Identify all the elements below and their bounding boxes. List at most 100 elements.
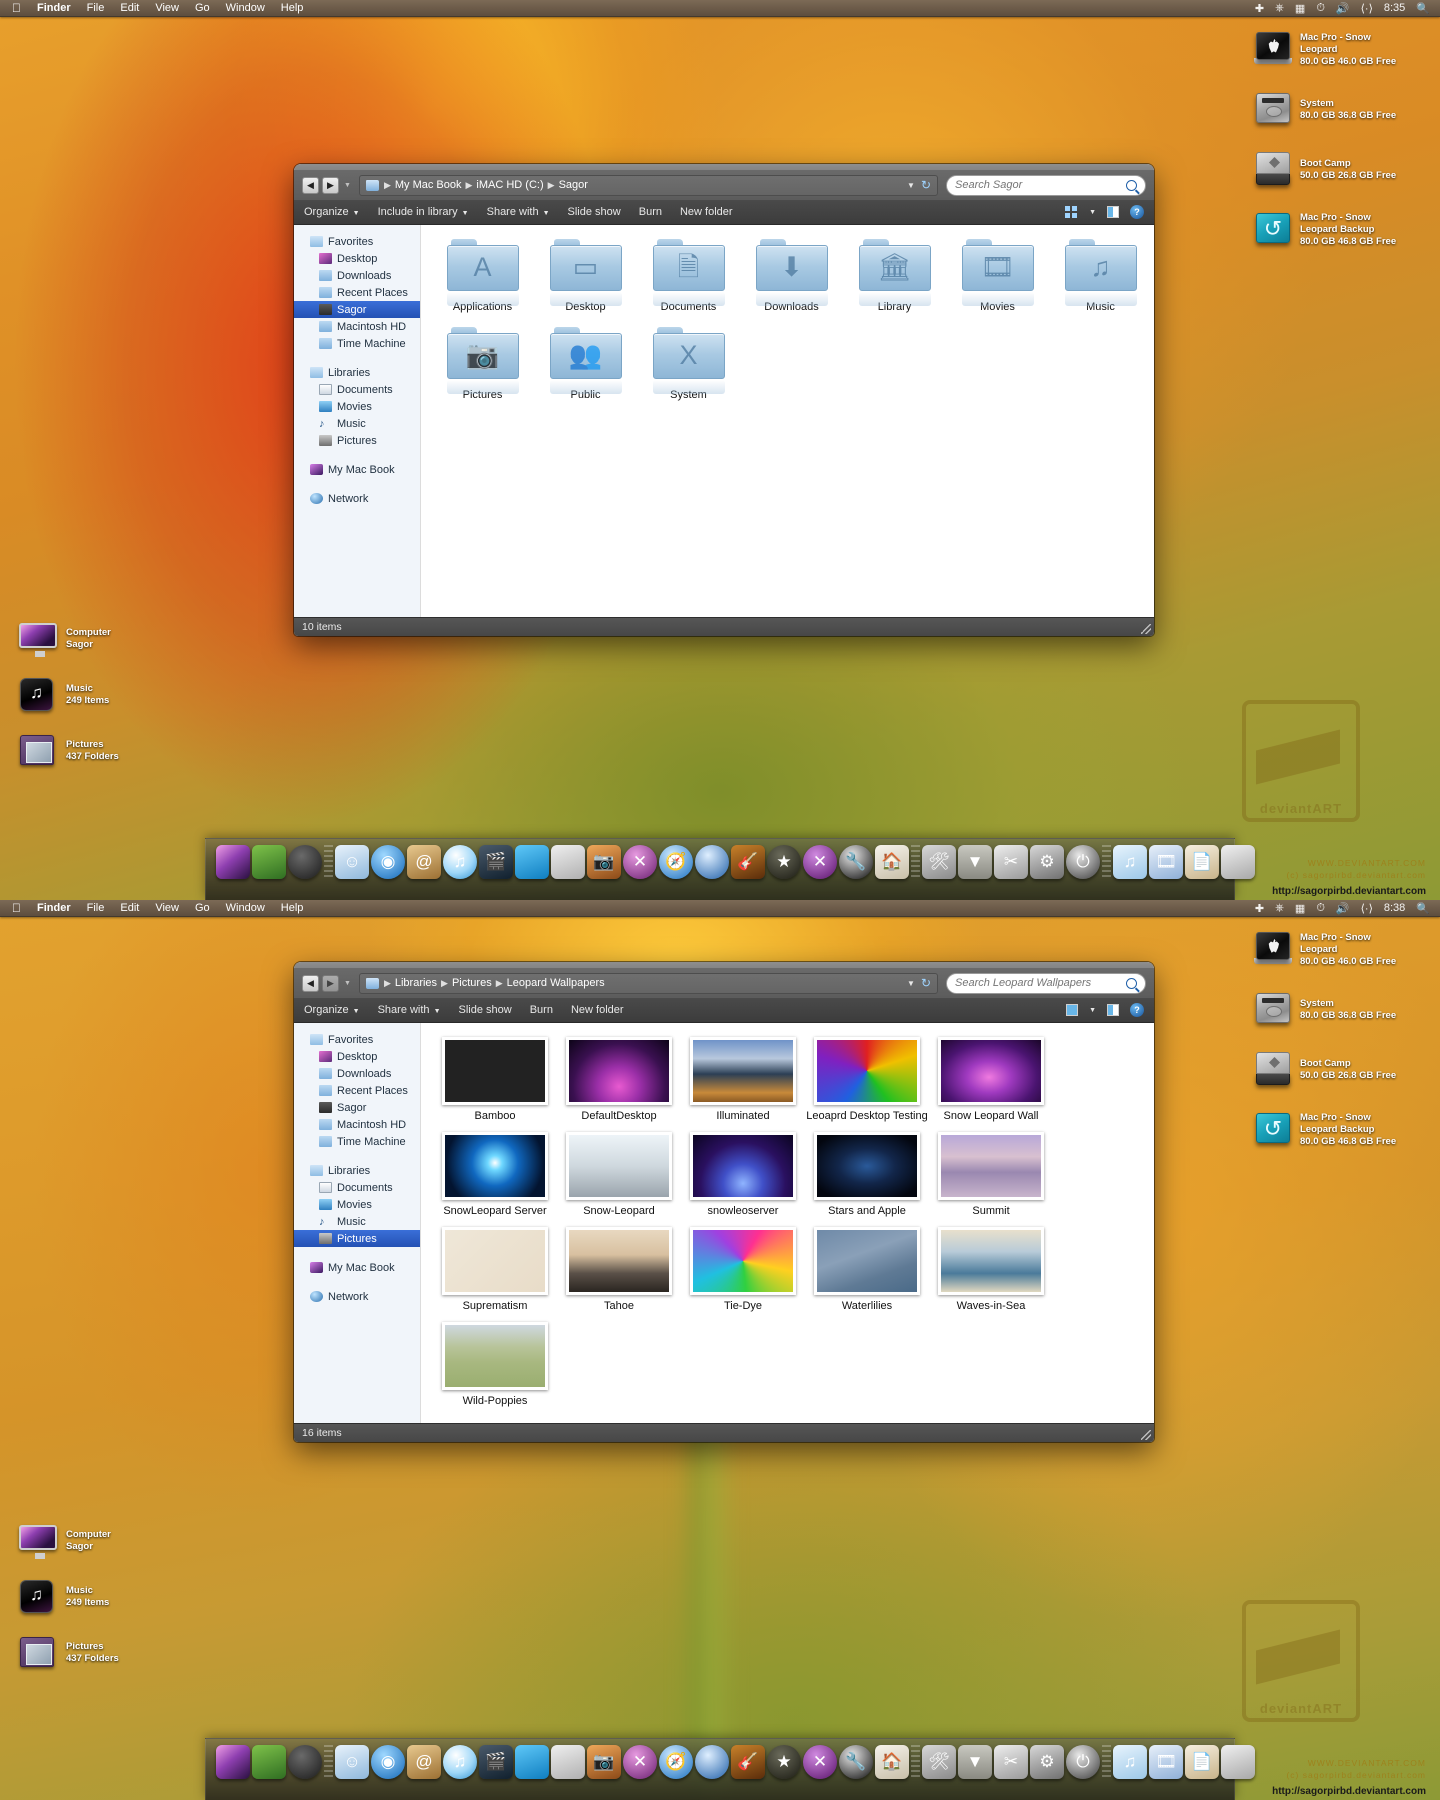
finder-face-icon[interactable]: ☺ [335,845,369,879]
trash-icon[interactable] [1221,1745,1255,1779]
folder-item[interactable]: 👥 Public [534,327,637,401]
safari-icon[interactable]: 🧭 [659,1745,693,1779]
drive-item[interactable]: Mac Pro - Snow Leopard Backup 80.0 GB 46… [1252,1110,1432,1150]
sidebar-item-documents[interactable]: Documents [294,1179,420,1196]
sidebar-item-recent-places[interactable]: Recent Places [294,284,420,301]
spotlight-search-icon[interactable]: 🔍 [1416,2,1430,15]
eject-icon[interactable]: ⎈ [1275,2,1284,15]
menu-item-help[interactable]: Help [281,2,304,14]
preview-pane-icon[interactable] [1107,206,1119,218]
menu-item-window[interactable]: Window [226,902,265,914]
power-icon[interactable]: ⏻ [1066,845,1100,879]
breadcrumb-item[interactable]: iMAC HD (C:) [474,179,545,191]
refresh-icon[interactable]: ↻ [921,178,931,192]
menu-item-go[interactable]: Go [195,2,210,14]
finder-grass-icon[interactable] [252,845,286,879]
developer-tools-icon[interactable]: 🛠 [922,1745,956,1779]
breadcrumb-item[interactable]: My Mac Book [393,179,464,191]
sidebar-item-macintosh-hd[interactable]: Macintosh HD [294,318,420,335]
itunes-icon[interactable]: ♫ [443,1745,477,1779]
toolbar-slide-show[interactable]: Slide show [568,206,621,218]
folder-item[interactable]: 🎞 Movies [946,239,1049,313]
sidebar-item-recent-places[interactable]: Recent Places [294,1082,420,1099]
desktop-icon-computer[interactable]: Computer Sagor [18,622,119,657]
toolbar-new-folder[interactable]: New folder [571,1004,624,1016]
safari-icon[interactable]: 🧭 [659,845,693,879]
wallpaper-item[interactable]: Tie-Dye [681,1227,805,1312]
display-icon[interactable]: ▦ [1295,902,1305,915]
forward-button[interactable]: ▶ [322,974,339,992]
sidebar-item-time-machine[interactable]: Time Machine [294,1133,420,1150]
dock-bottom[interactable]: ☺ ◉ @ ♫ 🎬 📷 ✕ 🧭 🎸 ★ ✕ 🔧 🏠 🛠 ▼ ✂ ⚙ ⏻ ♫ 🎞 📄 [205,1738,1255,1800]
menu-item-finder[interactable]: Finder [37,2,71,14]
x11-icon[interactable]: ✕ [803,845,837,879]
plus-icon[interactable]: ✚ [1255,902,1264,915]
watermark-link[interactable]: http://sagorpirbd.deviantart.com [1272,1786,1426,1797]
computer-display-icon[interactable] [216,1745,250,1779]
drive-item[interactable]: System 80.0 GB 36.8 GB Free [1252,990,1432,1030]
preferences-icon[interactable]: ⚙ [1030,845,1064,879]
trash-icon[interactable] [1221,845,1255,879]
drive-item[interactable]: System 80.0 GB 36.8 GB Free [1252,90,1432,130]
sidebar-item-sagor[interactable]: Sagor [294,1099,420,1116]
imovie-star-icon[interactable]: ★ [767,845,801,879]
toolbar-share-with[interactable]: Share with ▼ [378,1004,441,1016]
home-icon[interactable]: 🏠 [875,1745,909,1779]
breadcrumb-item[interactable]: Pictures [450,977,494,989]
eject-icon[interactable]: ⎈ [1275,902,1284,915]
wallpaper-item[interactable]: Wild-Poppies [433,1322,557,1407]
toolbar-include-in-library[interactable]: Include in library ▼ [378,206,469,218]
menu-item-file[interactable]: File [87,902,105,914]
sidebar-item-macintosh-hd[interactable]: Macintosh HD [294,1116,420,1133]
finder-grass-icon[interactable] [252,1745,286,1779]
wallpaper-item[interactable]: Bamboo [433,1037,557,1122]
sidebar-item-movies[interactable]: Movies [294,1196,420,1213]
back-button[interactable]: ◀ [302,176,319,194]
toolbar-new-folder[interactable]: New folder [680,206,733,218]
help-icon[interactable]: ? [1130,205,1144,219]
desktop-icon-pictures[interactable]: Pictures 437 Folders [18,1636,119,1670]
input-source-icon[interactable]: ⟨·⟩ [1361,2,1373,15]
apple-menu-icon[interactable]:  [12,2,21,14]
menu-item-go[interactable]: Go [195,902,210,914]
resize-grip[interactable] [1141,1430,1151,1440]
drive-item[interactable]: Boot Camp 50.0 GB 26.8 GB Free [1252,1050,1432,1090]
developer-tools-icon[interactable]: 🛠 [922,845,956,879]
refresh-icon[interactable]: ↻ [921,976,931,990]
scissors-icon[interactable]: ✂ [994,1745,1028,1779]
front-row-chair-icon[interactable] [515,1745,549,1779]
preview-pane-icon[interactable] [1107,1004,1119,1016]
menu-item-help[interactable]: Help [281,902,304,914]
display-icon[interactable]: ▦ [1295,2,1305,15]
wallpaper-item[interactable]: Waves-in-Sea [929,1227,1053,1312]
input-source-icon[interactable]: ⟨·⟩ [1361,902,1373,915]
sidebar-item-network[interactable]: Network [294,1288,420,1305]
view-caret-icon[interactable]: ▼ [1089,209,1096,216]
recent-pages-caret-icon[interactable]: ▼ [344,980,351,987]
itunes-icon[interactable]: ♫ [443,845,477,879]
folder-item[interactable]: 📷 Pictures [431,327,534,401]
dvd-player-icon[interactable]: ◉ [371,845,405,879]
explorer-window-wallpapers[interactable]: ◀ ▶ ▼ ▶ Libraries ▶ Pictures ▶ Leopard W… [294,962,1154,1442]
iphoto-icon[interactable] [551,845,585,879]
firefox-icon[interactable] [695,1745,729,1779]
garageband-icon[interactable]: 🎸 [731,845,765,879]
back-button[interactable]: ◀ [302,974,319,992]
music-stack-icon[interactable]: ♫ [1113,845,1147,879]
dock-top[interactable]: ☺ ◉ @ ♫ 🎬 📷 ✕ 🧭 🎸 ★ ✕ 🔧 🏠 🛠 ▼ ✂ ⚙ ⏻ ♫ 🎞 📄 [205,838,1255,900]
documents-stack-icon[interactable]: 📄 [1185,845,1219,879]
help-icon[interactable]: ? [1130,1003,1144,1017]
dvd-player-icon[interactable]: ◉ [371,1745,405,1779]
x11-icon[interactable]: ✕ [803,1745,837,1779]
chevron-down-icon[interactable]: ▼ [907,979,915,988]
wallpaper-item[interactable]: Summit [929,1132,1053,1217]
sidebar-item-time-machine[interactable]: Time Machine [294,335,420,352]
toolbar-organize[interactable]: Organize ▼ [304,1004,360,1016]
breadcrumb-bar[interactable]: ▶ My Mac Book ▶ iMAC HD (C:) ▶ Sagor ▼ ↻ [358,174,938,196]
wallpaper-item[interactable]: Illuminated [681,1037,805,1122]
xcode-icon[interactable]: ✕ [623,845,657,879]
sidebar-item-desktop[interactable]: Desktop [294,250,420,267]
wallpaper-item[interactable]: SnowLeopard Server [433,1132,557,1217]
breadcrumb-item[interactable]: Sagor [557,179,590,191]
folder-item[interactable]: ♫ Music [1049,239,1152,313]
